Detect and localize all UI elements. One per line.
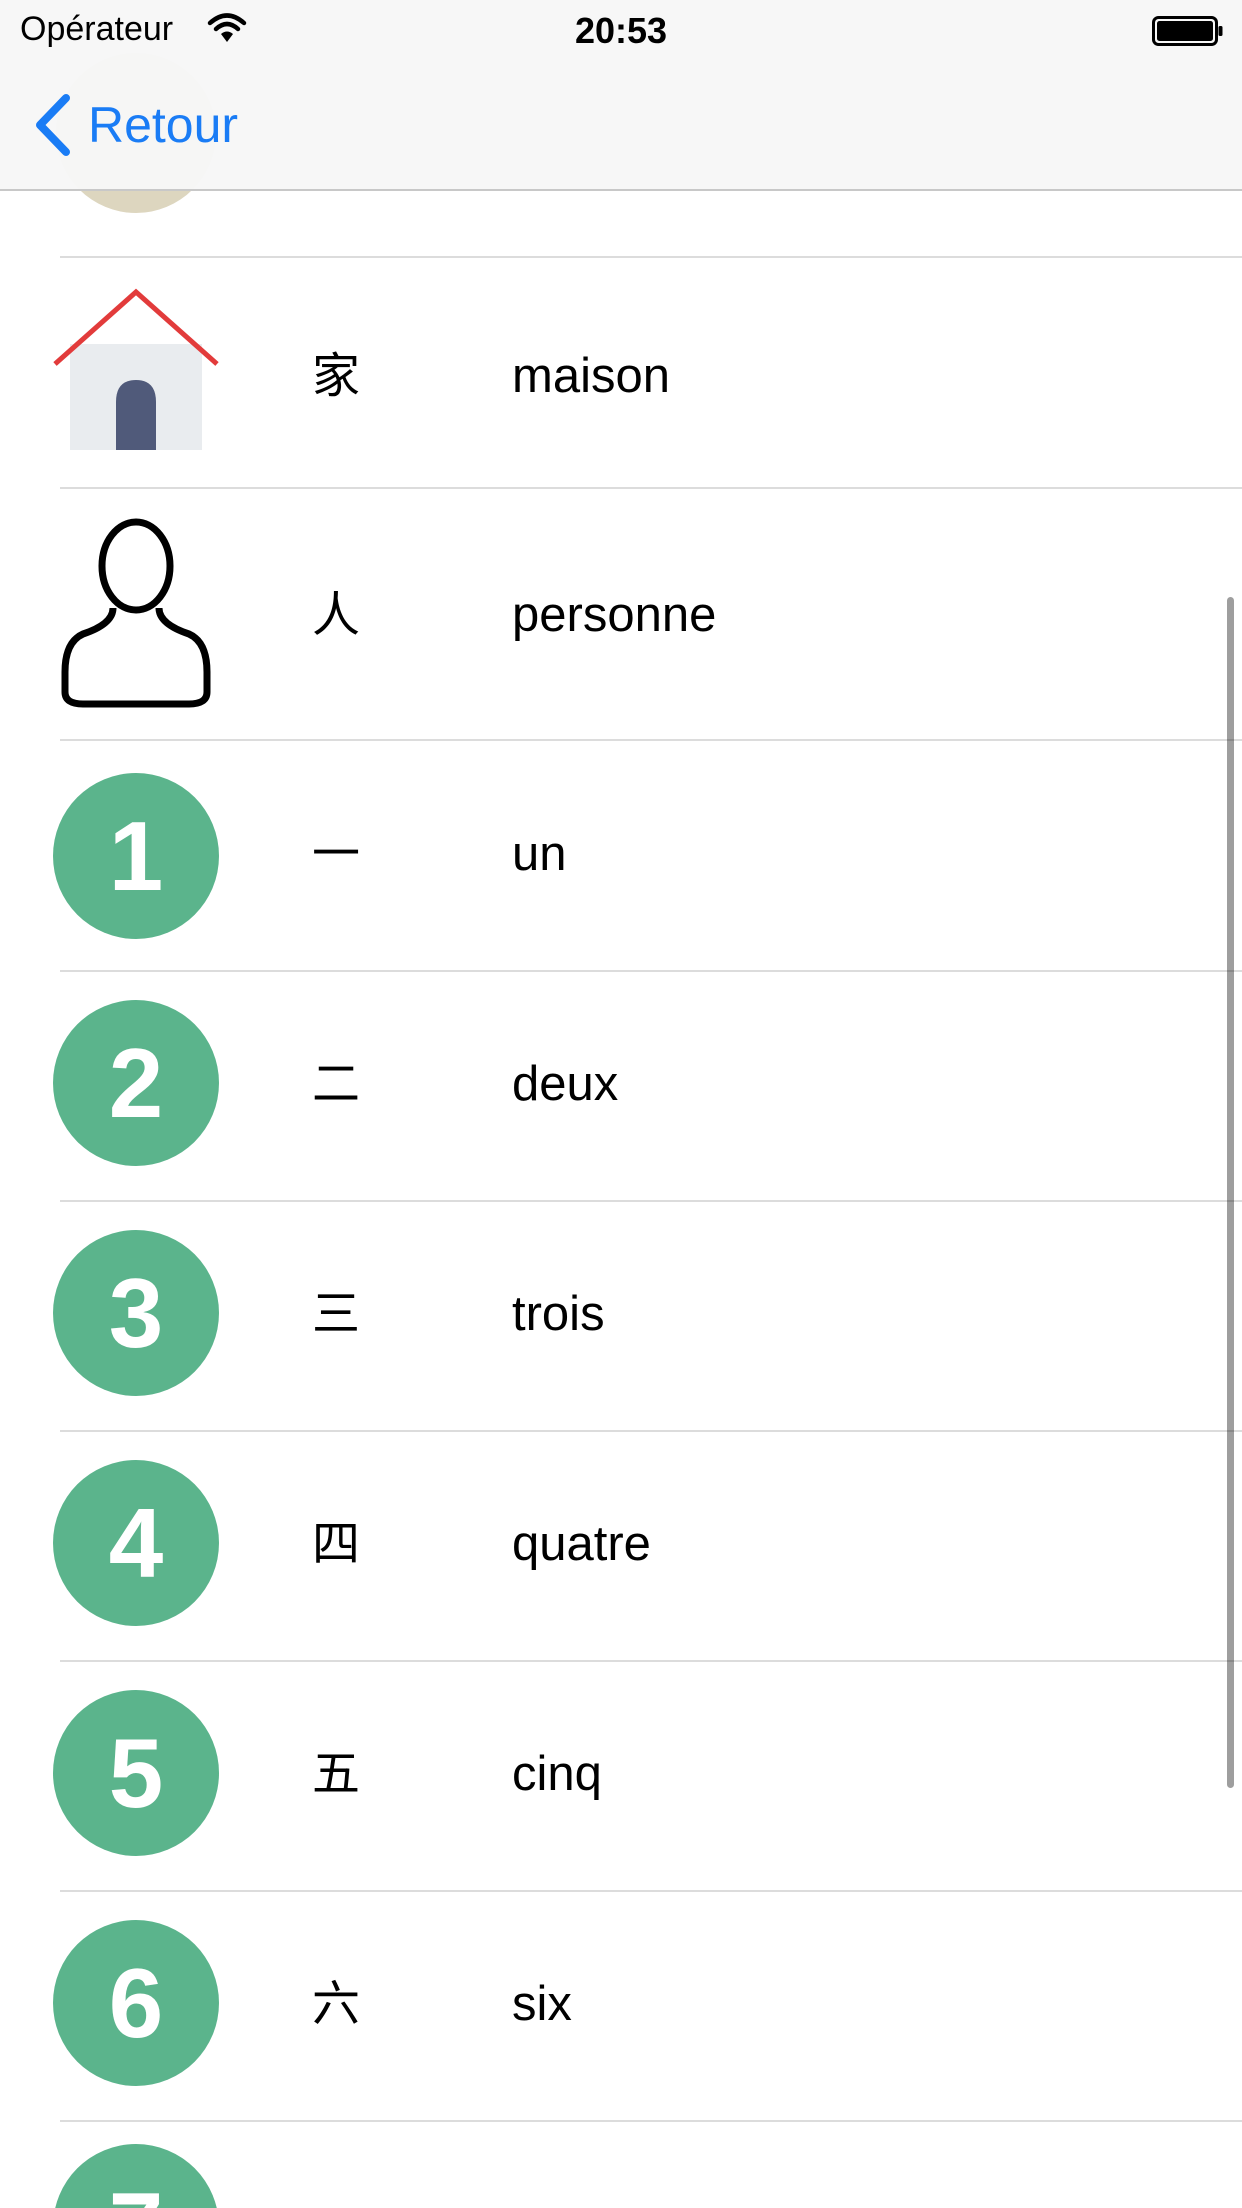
top-bar: Opérateur 20:53 Retour — [0, 0, 1242, 191]
number-5-circle-icon: 5 — [53, 1690, 219, 1856]
list-item[interactable]: 4 四 quatre — [0, 1432, 1242, 1662]
row-word: personne — [512, 588, 717, 642]
number-7-circle-icon: 7 — [53, 2144, 219, 2208]
row-hanzi: 人 — [312, 587, 361, 643]
list-item[interactable]: 3 三 trois — [0, 1202, 1242, 1432]
status-time: 20:53 — [574, 10, 668, 51]
list-item[interactable]: 人 personne — [0, 489, 1242, 741]
row-word: cinq — [512, 1747, 602, 1801]
back-button[interactable]: Retour — [30, 90, 238, 160]
row-hanzi: 一 — [312, 826, 361, 882]
number-4-circle-icon: 4 — [53, 1460, 219, 1626]
list-item[interactable]: 家 maison — [0, 258, 1242, 489]
battery-full-icon — [1152, 16, 1224, 46]
row-hanzi: 六 — [312, 1976, 361, 2032]
vocabulary-list[interactable]: 家 maison 人 personne 1 一 un 2 二 deux 3 三 … — [0, 0, 1242, 2208]
list-item[interactable]: 7 — [0, 2122, 1242, 2208]
row-word: maison — [512, 349, 670, 403]
navigation-bar: Retour — [0, 60, 1242, 191]
list-item[interactable]: 1 一 un — [0, 741, 1242, 972]
scroll-indicator[interactable] — [1227, 597, 1234, 1788]
number-6-circle-icon: 6 — [53, 1920, 219, 2086]
row-hanzi: 家 — [312, 348, 361, 404]
row-hanzi: 二 — [312, 1056, 361, 1112]
number-3-circle-icon: 3 — [53, 1230, 219, 1396]
row-word: un — [512, 827, 567, 881]
row-hanzi: 三 — [312, 1286, 361, 1342]
row-word: deux — [512, 1057, 619, 1111]
row-word: six — [512, 1977, 572, 2031]
number-2-circle-icon: 2 — [53, 1000, 219, 1166]
row-hanzi: 五 — [312, 1746, 361, 1802]
row-word: trois — [512, 1287, 605, 1341]
house-icon — [53, 287, 219, 453]
back-label: Retour — [88, 97, 239, 153]
chevron-left-icon — [30, 92, 74, 158]
person-outline-icon — [53, 516, 219, 708]
row-hanzi: 四 — [312, 1516, 361, 1572]
list-item[interactable]: 2 二 deux — [0, 972, 1242, 1202]
screen: 家 maison 人 personne 1 一 un 2 二 deux 3 三 … — [0, 0, 1242, 2208]
number-1-circle-icon: 1 — [53, 773, 219, 939]
row-word: quatre — [512, 1517, 651, 1571]
status-bar: Opérateur 20:53 — [0, 0, 1242, 60]
list-item[interactable]: 6 六 six — [0, 1892, 1242, 2122]
list-item[interactable]: 5 五 cinq — [0, 1662, 1242, 1892]
